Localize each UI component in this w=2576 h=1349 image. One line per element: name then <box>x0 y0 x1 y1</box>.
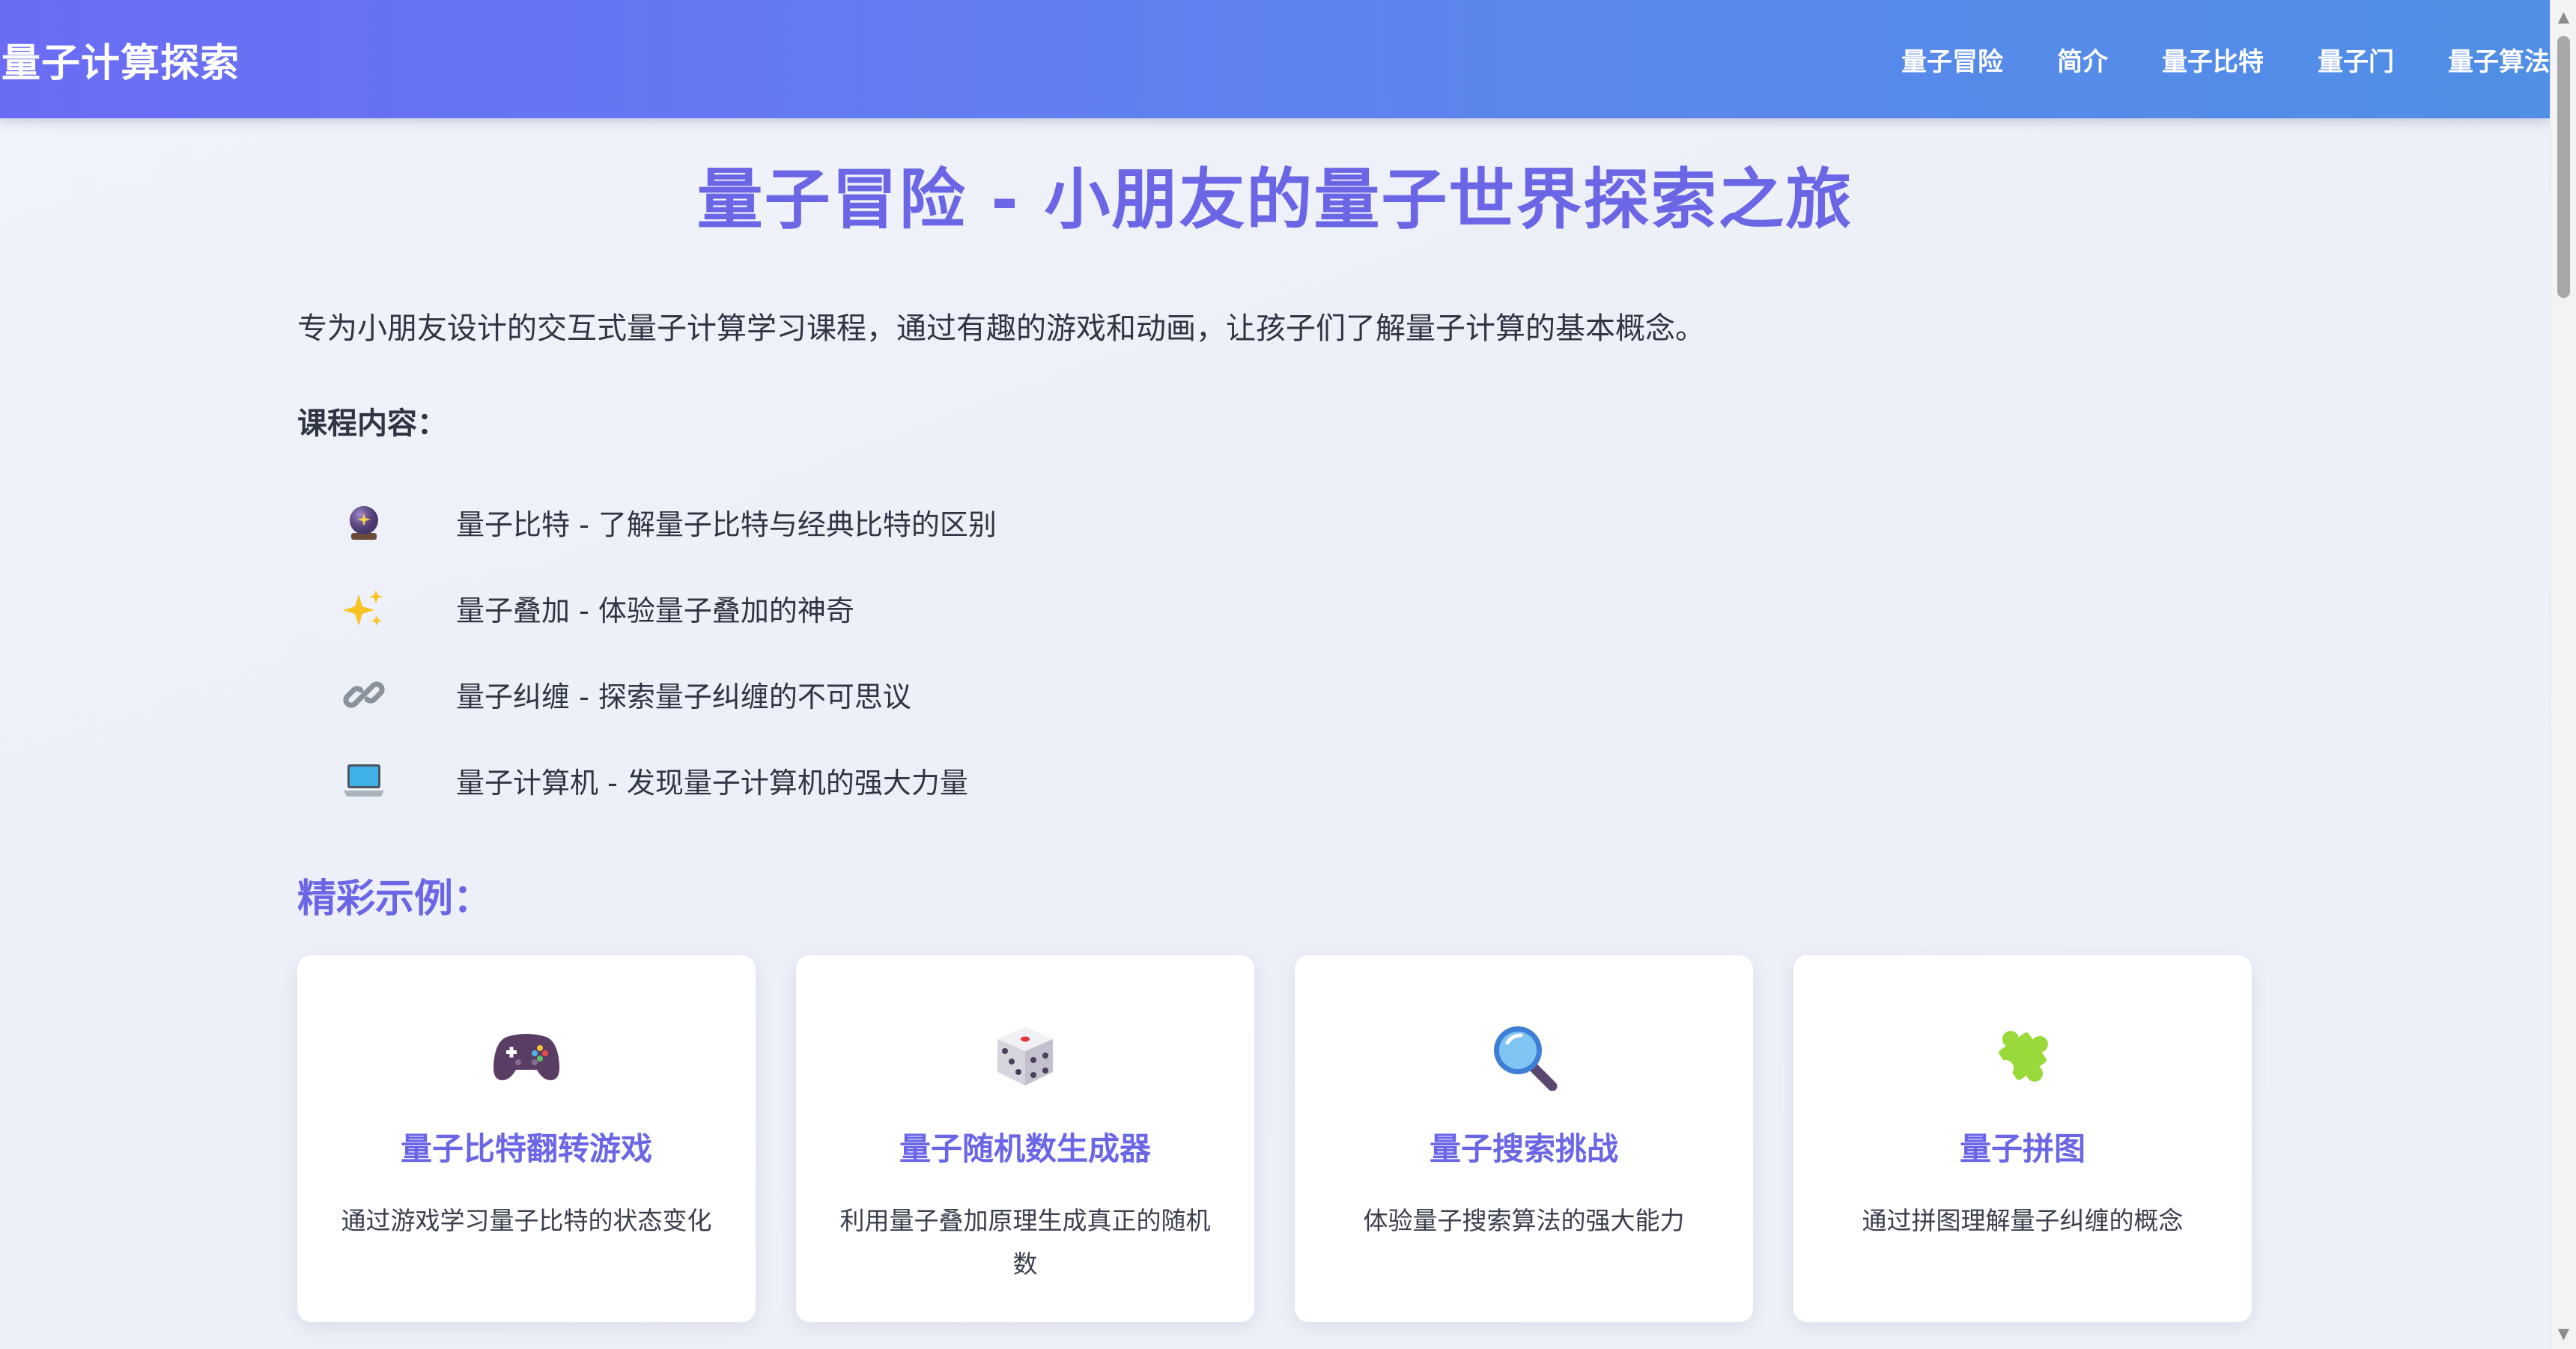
game-controller-icon <box>489 1019 564 1094</box>
top-navbar: 量子计算探索 量子冒险 简介 量子比特 量子门 量子算法 <box>0 0 2550 118</box>
card-title: 量子拼图 <box>1959 1130 2086 1167</box>
card-description: 通过游戏学习量子比特的状态变化 <box>341 1206 712 1235</box>
list-item: 量子叠加 - 体验量子叠加的神奇 <box>341 565 997 651</box>
example-card-quantum-puzzle[interactable]: 量子拼图 通过拼图理解量子纠缠的概念 <box>1793 955 2252 1322</box>
puzzle-icon <box>1985 1019 2060 1094</box>
dice-icon <box>988 1019 1063 1094</box>
course-item-text: 量子叠加 - 体验量子叠加的神奇 <box>456 594 854 627</box>
scroll-thumb[interactable] <box>2557 36 2570 298</box>
nav-link-quantum-gate[interactable]: 量子门 <box>2318 41 2394 78</box>
list-item: 量子比特 - 了解量子比特与经典比特的区别 <box>341 479 997 565</box>
link-icon <box>341 672 387 718</box>
intro-text: 专为小朋友设计的交互式量子计算学习课程，通过有趣的游戏和动画，让孩子们了解量子计… <box>297 311 1705 346</box>
sparkles-icon <box>341 585 387 632</box>
course-list: 量子比特 - 了解量子比特与经典比特的区别 量子叠加 - 体验量子叠加的神奇 量… <box>341 479 997 823</box>
nav-link-quantum-algorithm[interactable]: 量子算法 <box>2448 41 2550 78</box>
example-card-quantum-search[interactable]: 量子搜索挑战 体验量子搜索算法的强大能力 <box>1295 955 1753 1322</box>
list-item: 量子计算机 - 发现量子计算机的强大力量 <box>341 737 997 823</box>
card-title: 量子随机数生成器 <box>899 1130 1151 1167</box>
card-title: 量子比特翻转游戏 <box>400 1130 652 1167</box>
example-cards: 量子比特翻转游戏 通过游戏学习量子比特的状态变化 量子随机数生成器 利用量子叠加… <box>297 955 2252 1322</box>
magnifier-icon <box>1486 1019 1561 1094</box>
main-content: 量子冒险 - 小朋友的量子世界探索之旅 专为小朋友设计的交互式量子计算学习课程，… <box>0 118 2550 1349</box>
examples-heading: 精彩示例： <box>297 877 493 922</box>
nav-link-qubit[interactable]: 量子比特 <box>2162 41 2264 78</box>
nav-link-intro[interactable]: 简介 <box>2057 41 2108 78</box>
example-card-random-number[interactable]: 量子随机数生成器 利用量子叠加原理生成真正的随机数 <box>796 955 1254 1322</box>
example-card-qubit-flip-game[interactable]: 量子比特翻转游戏 通过游戏学习量子比特的状态变化 <box>297 955 756 1322</box>
course-item-text: 量子比特 - 了解量子比特与经典比特的区别 <box>456 508 997 541</box>
page-title: 量子冒险 - 小朋友的量子世界探索之旅 <box>696 161 1853 238</box>
scroll-up-arrow-icon[interactable]: ▲ <box>2551 3 2576 29</box>
crystal-ball-icon <box>341 499 387 546</box>
card-description: 体验量子搜索算法的强大能力 <box>1363 1206 1685 1235</box>
course-item-text: 量子计算机 - 发现量子计算机的强大力量 <box>456 767 968 800</box>
laptop-icon <box>341 758 387 804</box>
card-description: 利用量子叠加原理生成真正的随机数 <box>839 1206 1211 1279</box>
vertical-scrollbar[interactable]: ▲ ▼ <box>2550 0 2576 1349</box>
card-description: 通过拼图理解量子纠缠的概念 <box>1862 1206 2184 1235</box>
list-item: 量子纠缠 - 探索量子纠缠的不可思议 <box>341 651 997 737</box>
site-logo[interactable]: 量子计算探索 <box>0 31 240 88</box>
scroll-down-arrow-icon[interactable]: ▼ <box>2551 1320 2576 1346</box>
card-title: 量子搜索挑战 <box>1429 1130 1618 1167</box>
main-nav: 量子冒险 简介 量子比特 量子门 量子算法 <box>1901 0 2550 118</box>
nav-link-quantum-adventure[interactable]: 量子冒险 <box>1901 41 2003 78</box>
course-content-label: 课程内容： <box>297 406 447 441</box>
course-item-text: 量子纠缠 - 探索量子纠缠的不可思议 <box>456 680 911 713</box>
